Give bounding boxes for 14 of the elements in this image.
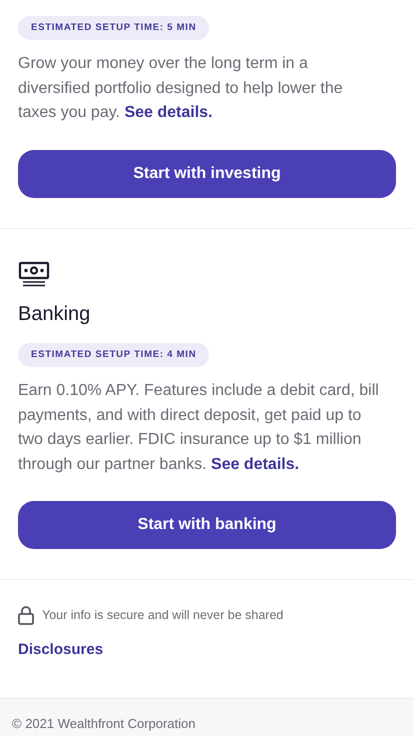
setup-time-badge: ESTIMATED SETUP TIME: 5 MIN <box>18 16 210 40</box>
see-details-link[interactable]: See details. <box>124 104 212 122</box>
product-title: Banking <box>18 302 92 327</box>
setup-time-badge: ESTIMATED SETUP TIME: 4 MIN <box>18 342 210 367</box>
see-details-link[interactable]: See details. <box>211 456 300 472</box>
disclosures-link[interactable]: Disclosures <box>18 639 104 662</box>
product-description: Earn 0.10% APY. Features include a debit card, bill payments, and with direct deposit, get paid up to two days earlier. FDIC insurance up to $1 million through our partner banks. See details. <box>18 381 380 474</box>
copyright-text: © 2021 Wealthfront Corporation <box>12 716 196 730</box>
lock-icon <box>18 606 34 625</box>
cash-icon <box>18 260 50 287</box>
start-button[interactable]: Start with investing <box>18 150 396 198</box>
security-note: Your info is secure and will never be shared <box>42 607 284 624</box>
product-description: Grow your money over the long term in a diversified portfolio designed to help lower the taxes you pay. See details. <box>18 54 344 124</box>
start-button[interactable]: Start with banking <box>18 501 396 549</box>
